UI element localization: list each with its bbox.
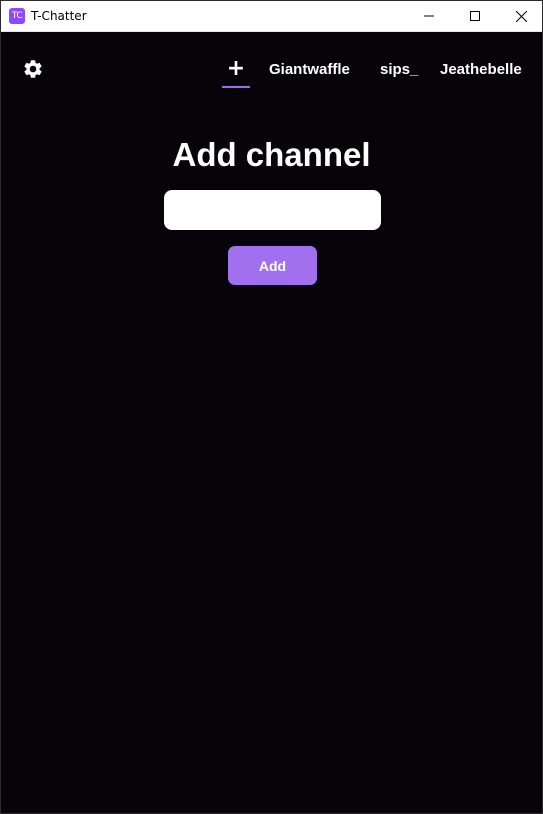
add-channel-button[interactable]: Add — [228, 246, 317, 285]
minimize-icon — [424, 15, 434, 17]
tab-jeathebelle[interactable]: Jeathebelle — [440, 61, 522, 79]
app-window: TC T-Chatter + Giantwaffle sips_ Jeatheb… — [0, 0, 543, 814]
close-icon — [515, 10, 527, 22]
active-tab-indicator — [222, 86, 250, 88]
window-title: T-Chatter — [31, 9, 87, 23]
maximize-button[interactable] — [452, 1, 498, 31]
tab-giantwaffle[interactable]: Giantwaffle — [269, 61, 350, 79]
close-button[interactable] — [498, 1, 543, 31]
title-bar[interactable]: TC T-Chatter — [1, 1, 542, 32]
app-logo-icon: TC — [9, 8, 25, 24]
minimize-button[interactable] — [406, 1, 452, 31]
tab-add-channel[interactable]: + — [222, 56, 250, 88]
plus-icon: + — [226, 56, 246, 81]
tab-sips[interactable]: sips_ — [380, 61, 418, 79]
maximize-icon — [470, 11, 480, 21]
channel-name-input[interactable] — [164, 190, 381, 230]
main-content: + Giantwaffle sips_ Jeathebelle Add chan… — [1, 32, 542, 813]
channel-tabs: + Giantwaffle sips_ Jeathebelle — [1, 32, 542, 92]
page-title: Add channel — [172, 136, 371, 173]
